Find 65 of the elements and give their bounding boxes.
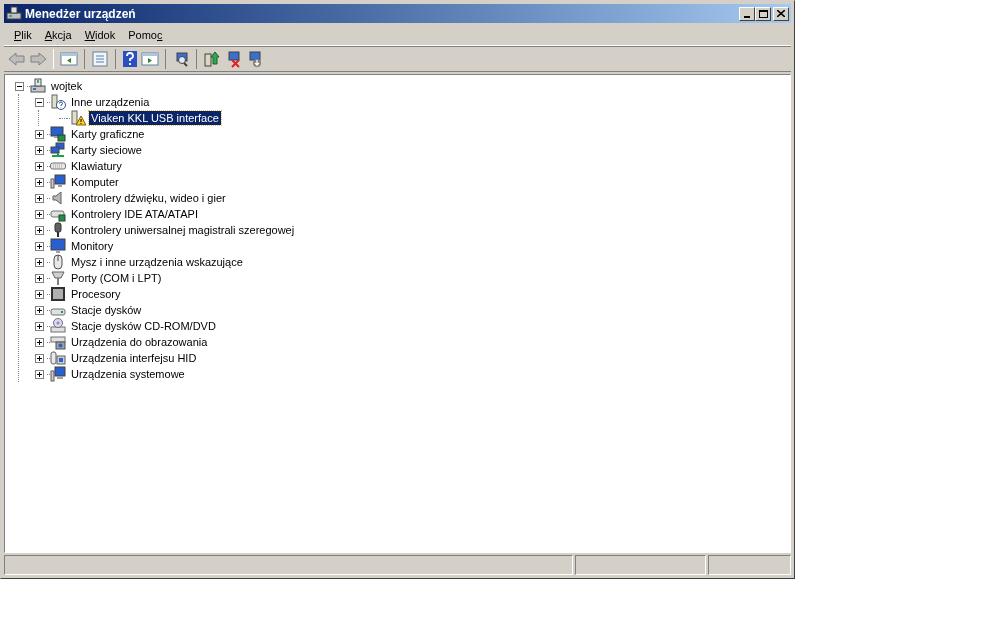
- expand-toggle[interactable]: [34, 177, 44, 187]
- expand-toggle[interactable]: [34, 209, 44, 219]
- camera-icon: [50, 334, 66, 350]
- console-tree-icon[interactable]: [60, 51, 78, 67]
- tree-item[interactable]: Klawiatury: [69, 159, 124, 173]
- expand-toggle[interactable]: [34, 145, 44, 155]
- computer-icon: [50, 366, 66, 382]
- port-icon: [50, 270, 66, 286]
- collapse-toggle[interactable]: [34, 97, 44, 107]
- window-title: Menedżer urządzeń: [25, 5, 137, 23]
- computer-icon: [6, 5, 22, 22]
- menu-item[interactable]: Widok: [78, 26, 122, 45]
- tree-item[interactable]: Urządzenia do obrazowania: [69, 335, 210, 349]
- update-driver-icon[interactable]: [203, 50, 221, 68]
- tree-item[interactable]: Karty sieciowe: [69, 143, 144, 157]
- help-icon[interactable]: [122, 50, 138, 68]
- close-button[interactable]: [773, 6, 789, 21]
- expand-toggle[interactable]: [34, 305, 44, 315]
- tree-item[interactable]: Procesory: [69, 287, 123, 301]
- collapse-toggle[interactable]: [14, 81, 24, 91]
- expand-toggle[interactable]: [34, 321, 44, 331]
- tree-item[interactable]: Stacje dysków: [69, 303, 144, 317]
- menu-item[interactable]: Plik: [8, 26, 38, 45]
- expand-toggle[interactable]: [34, 369, 44, 379]
- tree-item[interactable]: Viaken KKL USB interface: [89, 111, 221, 125]
- optical-drive-icon: [50, 318, 66, 334]
- tree-item[interactable]: Mysz i inne urządzenia wskazujące: [69, 255, 245, 269]
- action-pane-icon[interactable]: [141, 51, 159, 67]
- expand-toggle[interactable]: [34, 161, 44, 171]
- network-icon: [50, 142, 66, 158]
- minimize-button[interactable]: [739, 6, 755, 21]
- tree-item[interactable]: Karty graficzne: [69, 127, 147, 141]
- expand-toggle[interactable]: [34, 337, 44, 347]
- computer-icon: [30, 78, 46, 94]
- display-adapter-icon: [50, 126, 66, 142]
- input-device-icon: [50, 350, 66, 366]
- mouse-icon: [50, 254, 66, 270]
- menu-item[interactable]: Akcja: [38, 26, 78, 45]
- tree-item[interactable]: Monitory: [69, 239, 116, 253]
- tree-item[interactable]: Kontrolery uniwersalnej magistrali szeregowej: [69, 223, 297, 237]
- tree-item[interactable]: Kontrolery dźwięku, wideo i gier: [69, 191, 228, 205]
- expand-toggle[interactable]: [34, 289, 44, 299]
- tree-item[interactable]: Inne urządzenia: [69, 95, 152, 109]
- expand-toggle[interactable]: [34, 225, 44, 235]
- monitor-icon: [50, 238, 66, 254]
- close-icon: [777, 10, 785, 17]
- expand-toggle[interactable]: [34, 129, 44, 139]
- warning-device-icon: [70, 110, 86, 126]
- menu-item[interactable]: Pomoc: [122, 26, 169, 45]
- expand-toggle[interactable]: [34, 353, 44, 363]
- tree-item[interactable]: Stacje dysków CD-ROM/DVD: [69, 319, 218, 333]
- tree-item[interactable]: Komputer: [69, 175, 121, 189]
- expand-toggle[interactable]: [34, 273, 44, 283]
- tree-item[interactable]: wojtek: [49, 79, 85, 93]
- tree-item[interactable]: Kontrolery IDE ATA/ATAPI: [69, 207, 200, 221]
- tree-item[interactable]: Urządzenia interfejsu HID: [69, 351, 199, 365]
- chip-icon: [50, 286, 66, 302]
- maximize-button[interactable]: [755, 6, 771, 21]
- unknown-device-icon: [50, 94, 66, 110]
- expand-toggle[interactable]: [34, 193, 44, 203]
- expand-toggle[interactable]: [34, 241, 44, 251]
- tree-item[interactable]: Urządzenia systemowe: [69, 367, 187, 381]
- expand-toggle[interactable]: [34, 257, 44, 267]
- tree-item[interactable]: Porty (COM i LPT): [69, 271, 164, 285]
- monitor-icon: [50, 174, 66, 190]
